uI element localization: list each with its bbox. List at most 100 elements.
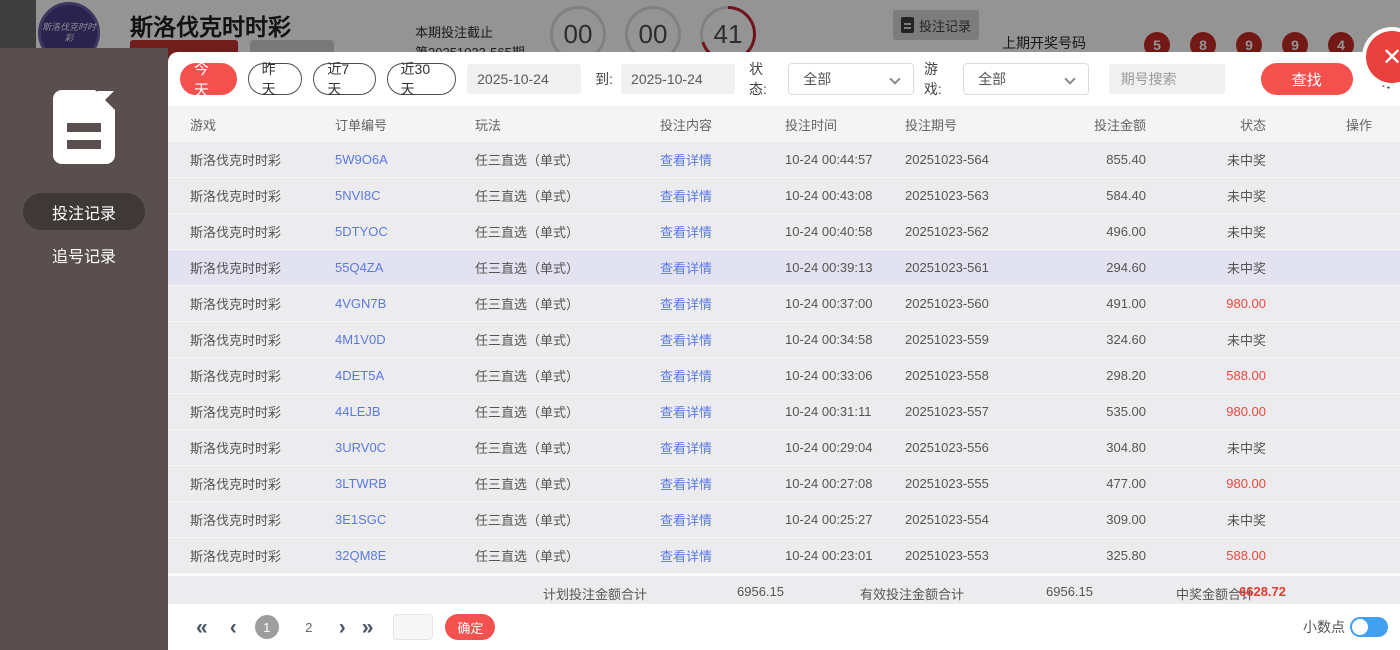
cell-detail-link[interactable]: 查看详情	[660, 438, 785, 457]
cell-play: 任三直选（单式）	[475, 330, 660, 349]
cell-detail-link[interactable]: 查看详情	[660, 150, 785, 169]
cell-order-link[interactable]: 55Q4ZA	[335, 260, 475, 275]
table-row[interactable]: 斯洛伐克时时彩 4M1V0D 任三直选（单式） 查看详情 10-24 00:34…	[168, 322, 1400, 358]
cell-issue: 20251023-562	[905, 224, 1075, 239]
date-to-input[interactable]	[621, 64, 735, 94]
cell-detail-link[interactable]: 查看详情	[660, 294, 785, 313]
cell-play: 任三直选（单式）	[475, 402, 660, 421]
prev-page-button[interactable]: ‹	[230, 617, 237, 638]
cell-detail-link[interactable]: 查看详情	[660, 402, 785, 421]
cell-play: 任三直选（单式）	[475, 150, 660, 169]
plan-total-value: 6956.15	[737, 584, 784, 599]
cell-time: 10-24 00:23:01	[785, 548, 905, 563]
cell-amount: 584.40	[1075, 188, 1146, 203]
cell-order-link[interactable]: 3LTWRB	[335, 476, 475, 491]
cell-order-link[interactable]: 3URV0C	[335, 440, 475, 455]
last-page-button[interactable]: »	[362, 617, 374, 638]
table-row[interactable]: 斯洛伐克时时彩 4VGN7B 任三直选（单式） 查看详情 10-24 00:37…	[168, 286, 1400, 322]
issue-search-input[interactable]	[1109, 64, 1225, 94]
cell-amount: 477.00	[1075, 476, 1146, 491]
cell-issue: 20251023-557	[905, 404, 1075, 419]
cell-status: 未中奖	[1146, 258, 1266, 277]
cell-time: 10-24 00:39:13	[785, 260, 905, 275]
table-row[interactable]: 斯洛伐克时时彩 32QM8E 任三直选（单式） 查看详情 10-24 00:23…	[168, 538, 1400, 574]
decimal-toggle-switch[interactable]	[1350, 617, 1388, 637]
cell-issue: 20251023-553	[905, 548, 1075, 563]
page-number-2[interactable]: 2	[297, 615, 321, 639]
game-select[interactable]: 全部	[963, 63, 1089, 95]
bet-records-modal: 今天昨天近7天近30天 到: 状态: 全部 游戏: 全部 查找 ⚙︎ 游戏订单编…	[168, 52, 1400, 650]
win-total-value: 6628.72	[1239, 584, 1286, 599]
cell-detail-link[interactable]: 查看详情	[660, 186, 785, 205]
cell-issue: 20251023-560	[905, 296, 1075, 311]
cell-order-link[interactable]: 5W9O6A	[335, 152, 475, 167]
cell-detail-link[interactable]: 查看详情	[660, 330, 785, 349]
cell-status: 未中奖	[1146, 150, 1266, 169]
page-jump-confirm-button[interactable]: 确定	[445, 614, 495, 640]
quick-filter-今天[interactable]: 今天	[180, 63, 237, 95]
page-jump-input[interactable]	[393, 614, 433, 640]
cell-detail-link[interactable]: 查看详情	[660, 258, 785, 277]
cell-detail-link[interactable]: 查看详情	[660, 510, 785, 529]
cell-game: 斯洛伐克时时彩	[190, 510, 335, 529]
table-row[interactable]: 斯洛伐克时时彩 5DTYOC 任三直选（单式） 查看详情 10-24 00:40…	[168, 214, 1400, 250]
cell-time: 10-24 00:33:06	[785, 368, 905, 383]
quick-date-filters: 今天昨天近7天近30天	[180, 63, 467, 95]
cell-order-link[interactable]: 4VGN7B	[335, 296, 475, 311]
summary-bar: 计划投注金额合计 6956.15 有效投注金额合计 6956.15 中奖金额合计…	[168, 574, 1400, 604]
column-header: 操作	[1266, 115, 1372, 134]
cell-time: 10-24 00:29:04	[785, 440, 905, 455]
cell-issue: 20251023-563	[905, 188, 1075, 203]
cell-play: 任三直选（单式）	[475, 294, 660, 313]
cell-order-link[interactable]: 3E1SGC	[335, 512, 475, 527]
cell-detail-link[interactable]: 查看详情	[660, 546, 785, 565]
cell-order-link[interactable]: 32QM8E	[335, 548, 475, 563]
cell-status: 未中奖	[1146, 186, 1266, 205]
cell-detail-link[interactable]: 查看详情	[660, 366, 785, 385]
table-body: 斯洛伐克时时彩 5W9O6A 任三直选（单式） 查看详情 10-24 00:44…	[168, 142, 1400, 574]
search-button[interactable]: 查找	[1261, 63, 1353, 95]
status-label: 状态:	[749, 59, 780, 99]
cell-game: 斯洛伐克时时彩	[190, 222, 335, 241]
page-numbers: 12	[237, 615, 321, 639]
page-number-1[interactable]: 1	[255, 615, 279, 639]
table-row[interactable]: 斯洛伐克时时彩 5NVI8C 任三直选（单式） 查看详情 10-24 00:43…	[168, 178, 1400, 214]
status-select[interactable]: 全部	[788, 63, 914, 95]
date-from-input[interactable]	[467, 64, 581, 94]
to-label: 到:	[595, 69, 613, 89]
cell-order-link[interactable]: 4M1V0D	[335, 332, 475, 347]
cell-order-link[interactable]: 5DTYOC	[335, 224, 475, 239]
quick-filter-近30天[interactable]: 近30天	[387, 63, 457, 95]
cell-status: 588.00	[1146, 548, 1266, 563]
table-row[interactable]: 斯洛伐克时时彩 3E1SGC 任三直选（单式） 查看详情 10-24 00:25…	[168, 502, 1400, 538]
cell-order-link[interactable]: 4DET5A	[335, 368, 475, 383]
table-row[interactable]: 斯洛伐克时时彩 44LEJB 任三直选（单式） 查看详情 10-24 00:31…	[168, 394, 1400, 430]
quick-filter-近7天[interactable]: 近7天	[313, 63, 375, 95]
table-row[interactable]: 斯洛伐克时时彩 5W9O6A 任三直选（单式） 查看详情 10-24 00:44…	[168, 142, 1400, 178]
cell-order-link[interactable]: 5NVI8C	[335, 188, 475, 203]
column-header: 状态	[1146, 115, 1266, 134]
next-page-button[interactable]: ›	[339, 617, 346, 638]
cell-detail-link[interactable]: 查看详情	[660, 474, 785, 493]
cell-amount: 496.00	[1075, 224, 1146, 239]
table-row[interactable]: 斯洛伐克时时彩 3URV0C 任三直选（单式） 查看详情 10-24 00:29…	[168, 430, 1400, 466]
cell-amount: 324.60	[1075, 332, 1146, 347]
cell-game: 斯洛伐克时时彩	[190, 366, 335, 385]
column-header: 投注金额	[1075, 115, 1146, 134]
cell-order-link[interactable]: 44LEJB	[335, 404, 475, 419]
sidebar-item-bet-records[interactable]: 投注记录	[23, 193, 145, 230]
sidebar-item-chase-records[interactable]: 追号记录	[23, 236, 145, 273]
table-row[interactable]: 斯洛伐克时时彩 55Q4ZA 任三直选（单式） 查看详情 10-24 00:39…	[168, 250, 1400, 286]
document-record-icon	[53, 90, 115, 164]
quick-filter-昨天[interactable]: 昨天	[248, 63, 303, 95]
cell-issue: 20251023-555	[905, 476, 1075, 491]
cell-status: 未中奖	[1146, 510, 1266, 529]
table-row[interactable]: 斯洛伐克时时彩 4DET5A 任三直选（单式） 查看详情 10-24 00:33…	[168, 358, 1400, 394]
cell-detail-link[interactable]: 查看详情	[660, 222, 785, 241]
first-page-button[interactable]: «	[196, 617, 208, 638]
filter-bar: 今天昨天近7天近30天 到: 状态: 全部 游戏: 全部 查找 ⚙︎	[168, 52, 1400, 106]
cell-game: 斯洛伐克时时彩	[190, 546, 335, 565]
plan-total-label: 计划投注金额合计	[543, 584, 647, 603]
table-row[interactable]: 斯洛伐克时时彩 3LTWRB 任三直选（单式） 查看详情 10-24 00:27…	[168, 466, 1400, 502]
chevron-down-icon	[1064, 73, 1075, 84]
